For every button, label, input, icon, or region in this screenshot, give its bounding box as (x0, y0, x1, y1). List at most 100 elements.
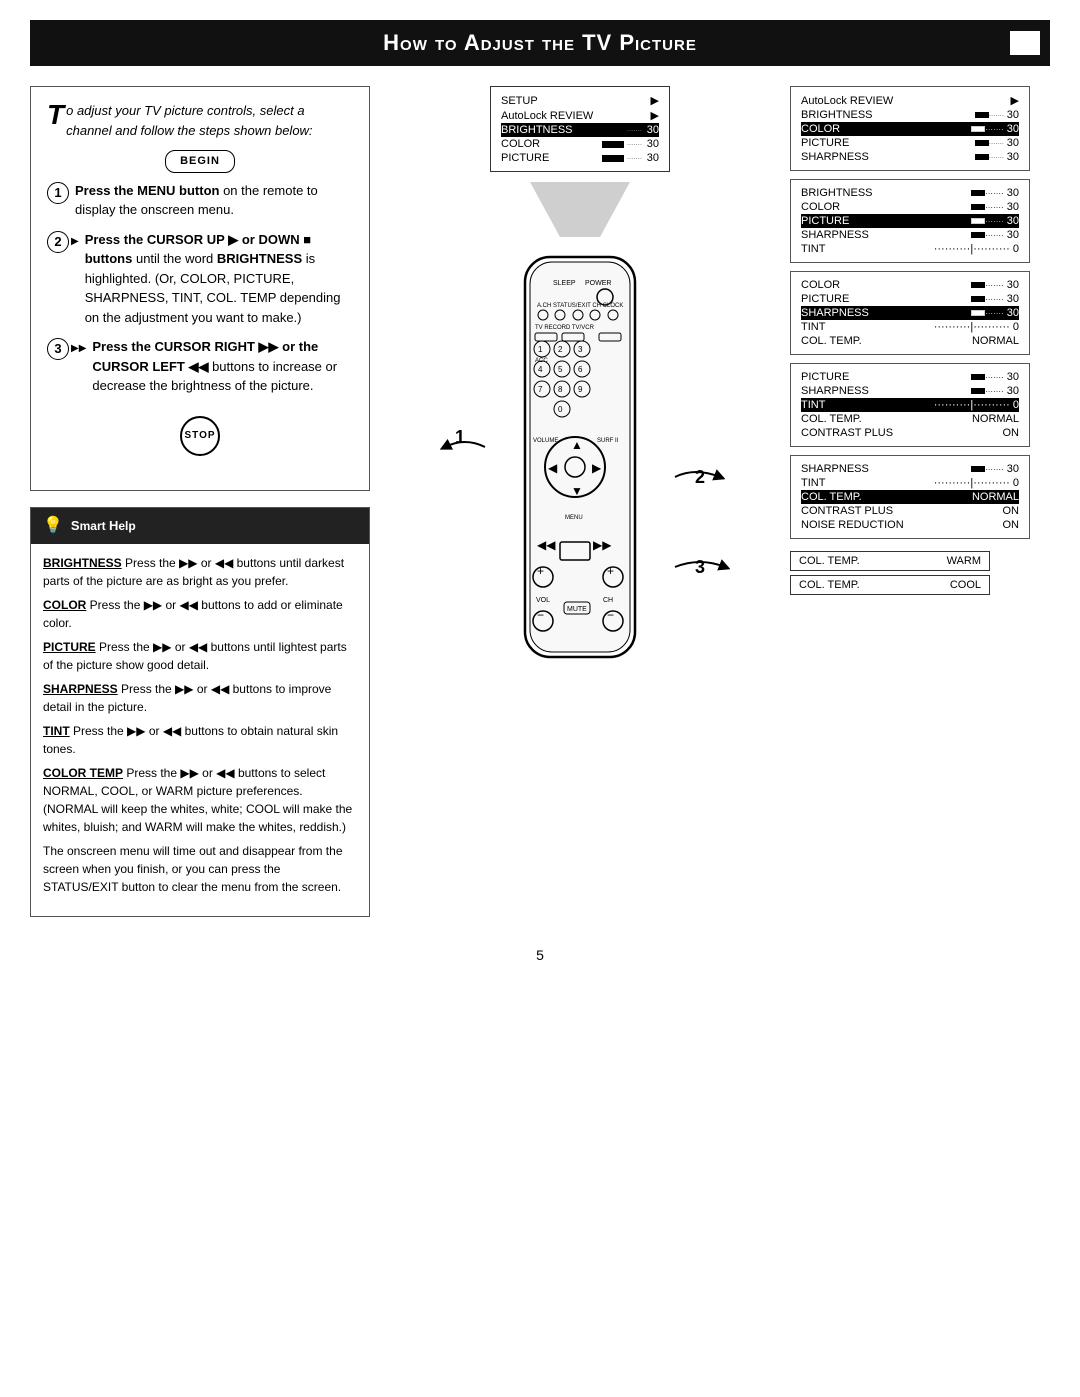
svg-text:TV RECORD TV/VCR: TV RECORD TV/VCR (535, 325, 595, 331)
svg-text:CH: CH (603, 597, 613, 604)
svg-text:▶▶: ▶▶ (593, 538, 612, 552)
rp1-sharpness: SHARPNESS ······· 30 (801, 150, 1019, 164)
floating-top-panel: SETUP ▶ AutoLock REVIEW ▶ BRIGHTNESS (490, 86, 670, 237)
page-number: 5 (30, 947, 1050, 963)
beam-svg (490, 182, 670, 237)
svg-text:SURF II: SURF II (597, 438, 619, 444)
svg-text:▲: ▲ (571, 438, 583, 452)
svg-text:+: + (607, 564, 614, 578)
rp3-coltemp: COL. TEMP. NORMAL (801, 334, 1019, 348)
menu-row-autolock: AutoLock REVIEW ▶ (501, 108, 659, 123)
color-label: COLOR (43, 598, 86, 612)
help-brightness: BRIGHTNESS Press the ▶▶ or ◀◀ buttons un… (43, 554, 357, 590)
help-color-temp: COLOR TEMP Press the ▶▶ or ◀◀ buttons to… (43, 764, 357, 836)
step-2-content: Press the CURSOR UP ▶ or DOWN ■ buttons … (85, 230, 353, 328)
menu-row-color: COLOR ······· 30 (501, 137, 659, 151)
center-section: SETUP ▶ AutoLock REVIEW ▶ BRIGHTNESS (390, 86, 770, 690)
help-sharpness: SHARPNESS Press the ▶▶ or ◀◀ buttons to … (43, 680, 357, 716)
rp5-sharpness: SHARPNESS ······· 30 (801, 462, 1019, 476)
step-3-arrows: ▶▶ (71, 341, 86, 356)
arrow-right-3 (670, 552, 730, 585)
arrow-right-2 (670, 462, 725, 495)
step-1-bold: Press the MENU button (75, 183, 219, 198)
drop-cap: T (47, 101, 64, 129)
menu-row-brightness: BRIGHTNESS ······· 30 (501, 123, 659, 137)
rp2-brightness: BRIGHTNESS ······· 30 (801, 186, 1019, 200)
brightness-bar (602, 127, 624, 134)
rp3-color: COLOR ······· 30 (801, 278, 1019, 292)
rp2-tint: TINT ··········|·········· 0 (801, 242, 1019, 256)
rp5-contrast: CONTRAST PLUS ON (801, 504, 1019, 518)
remote-svg: SLEEP POWER A.CH STATUS/EXIT CH CLOCK TV… (485, 247, 675, 687)
help-section: BRIGHTNESS Press the ▶▶ or ◀◀ buttons un… (31, 554, 369, 896)
svg-text:▼: ▼ (571, 484, 583, 498)
rp3-tint: TINT ··········|·········· 0 (801, 320, 1019, 334)
svg-text:3: 3 (578, 345, 583, 354)
menu-row-picture: PICTURE ······· 30 (501, 151, 659, 165)
svg-text:0: 0 (558, 405, 563, 414)
rp5-noise: NOISE REDUCTION ON (801, 518, 1019, 532)
remote-area: SETUP ▶ AutoLock REVIEW ▶ BRIGHTNESS (390, 86, 770, 690)
svg-text:8: 8 (558, 385, 563, 394)
svg-text:POWER: POWER (585, 280, 611, 287)
rp1-color: COLOR ······· 30 (801, 122, 1019, 136)
rp4-picture: PICTURE ······· 30 (801, 370, 1019, 384)
main-content: To adjust your TV picture controls, sele… (30, 86, 1050, 917)
intro-text: To adjust your TV picture controls, sele… (47, 101, 353, 140)
right-column: AutoLock REVIEW▶ BRIGHTNESS ······· 30 C… (790, 86, 1050, 595)
temp-warm-row: COL. TEMP. WARM (790, 551, 990, 571)
sharpness-label: SHARPNESS (43, 682, 118, 696)
color-bar (602, 141, 624, 148)
remote-container: 1 2 3 SLEEP POWER A.CH STATUS/EXIT CH CL… (485, 247, 675, 690)
svg-text:−: − (607, 608, 614, 622)
temp-cool-row: COL. TEMP. COOL (790, 575, 990, 595)
menu-row-setup: SETUP ▶ (501, 93, 659, 108)
page-title: How to Adjust the TV Picture (383, 30, 697, 55)
svg-text:SLEEP: SLEEP (553, 280, 576, 287)
rp1-picture: PICTURE ······· 30 (801, 136, 1019, 150)
step-3-bold: Press the CURSOR RIGHT ▶▶ or the CURSOR … (92, 339, 318, 374)
svg-text:VOLUME: VOLUME (533, 438, 558, 444)
svg-text:+: + (537, 564, 544, 578)
page: How to Adjust the TV Picture To adjust y… (0, 0, 1080, 1397)
smart-help-header: 💡 Smart Help (31, 508, 369, 544)
instruction-box: To adjust your TV picture controls, sele… (30, 86, 370, 491)
svg-text:A.CH STATUS/EXIT CH CLOCK: A.CH STATUS/EXIT CH CLOCK (537, 303, 623, 309)
svg-text:5: 5 (558, 365, 563, 374)
rp3-picture: PICTURE ······· 30 (801, 292, 1019, 306)
help-tint: TINT Press the ▶▶ or ◀◀ buttons to obtai… (43, 722, 357, 758)
picture-bar (602, 155, 624, 162)
svg-text:−: − (537, 608, 544, 622)
rp2-color: COLOR ······· 30 (801, 200, 1019, 214)
svg-text:◀◀: ◀◀ (537, 538, 556, 552)
svg-text:4: 4 (538, 365, 543, 374)
help-outro: The onscreen menu will time out and disa… (43, 842, 357, 896)
step-2: 2 ▶ Press the CURSOR UP ▶ or DOWN ■ butt… (47, 230, 353, 328)
rp4-contrast: CONTRAST PLUS ON (801, 426, 1019, 440)
right-panel-4: PICTURE ······· 30 SHARPNESS ······· 30 … (790, 363, 1030, 447)
step-1-content: Press the MENU button on the remote to d… (75, 181, 353, 220)
color-temp-label: COLOR TEMP (43, 766, 123, 780)
step-3-num: 3 (47, 338, 69, 360)
rp1-brightness: BRIGHTNESS ······· 30 (801, 108, 1019, 122)
step-2-num: 2 (47, 231, 69, 253)
step-3-content: Press the CURSOR RIGHT ▶▶ or the CURSOR … (92, 337, 353, 396)
svg-text:9: 9 (578, 385, 583, 394)
top-menu-panel: SETUP ▶ AutoLock REVIEW ▶ BRIGHTNESS (490, 86, 670, 172)
rp4-coltemp: COL. TEMP. NORMAL (801, 412, 1019, 426)
bulb-icon: 💡 (43, 514, 63, 538)
arrow-left-1 (440, 432, 490, 465)
rp2-sharpness: SHARPNESS ······· 30 (801, 228, 1019, 242)
svg-text:7: 7 (538, 385, 543, 394)
svg-text:2: 2 (558, 345, 563, 354)
svg-text:1: 1 (538, 345, 543, 354)
right-panel-5: SHARPNESS ······· 30 TINT ··········|···… (790, 455, 1030, 539)
smart-help-title: Smart Help (71, 516, 136, 536)
rp5-tint: TINT ··········|·········· 0 (801, 476, 1019, 490)
rp1-autolock: AutoLock REVIEW▶ (801, 93, 1019, 108)
help-picture: PICTURE Press the ▶▶ or ◀◀ buttons until… (43, 638, 357, 674)
stop-badge: STOP (180, 416, 220, 456)
right-panel-3: COLOR ······· 30 PICTURE ······· 30 SHAR… (790, 271, 1030, 355)
rp4-sharpness: SHARPNESS ······· 30 (801, 384, 1019, 398)
rp5-coltemp: COL. TEMP. NORMAL (801, 490, 1019, 504)
